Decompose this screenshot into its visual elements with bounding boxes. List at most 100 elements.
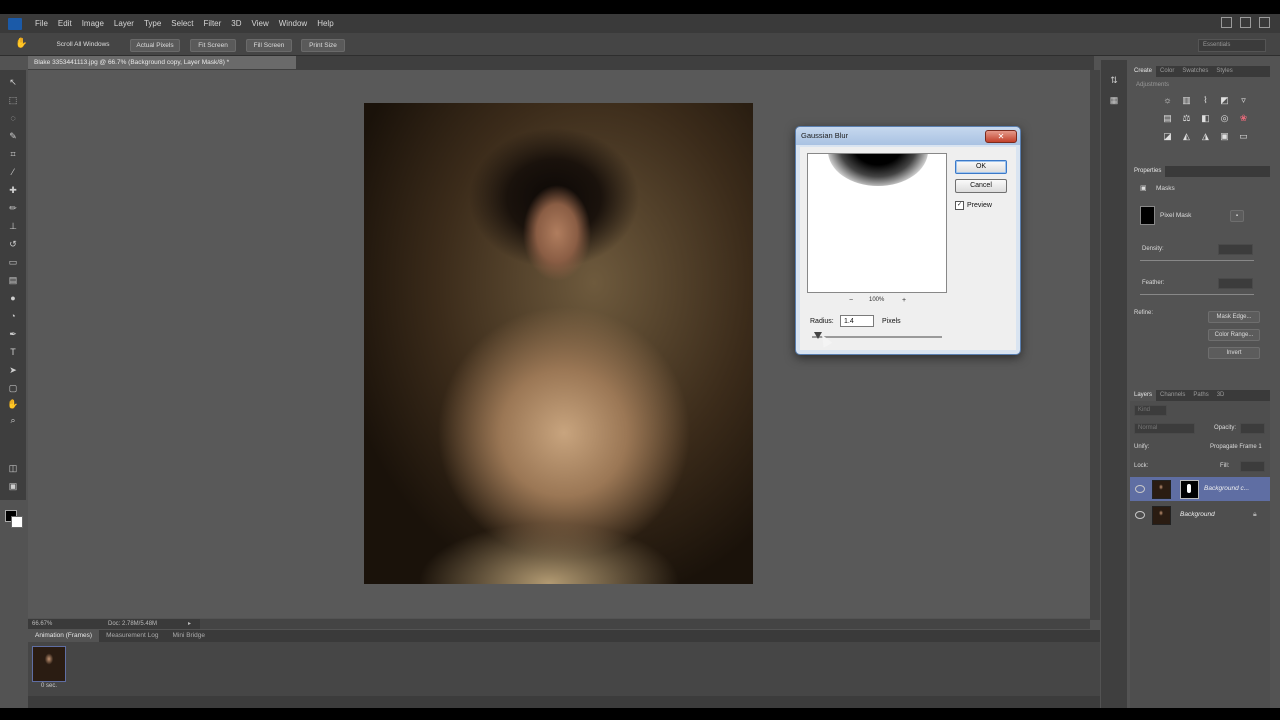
- tab-color[interactable]: Color: [1156, 66, 1178, 77]
- menu-3d[interactable]: 3D: [226, 19, 246, 28]
- menu-file[interactable]: File: [30, 19, 53, 28]
- exposure-icon[interactable]: ◩: [1215, 94, 1234, 107]
- hue-saturation-icon[interactable]: ▤: [1158, 112, 1177, 125]
- layer-row-background[interactable]: Background 🔒︎: [1130, 503, 1270, 527]
- close-dialog-button[interactable]: ✕: [985, 130, 1017, 143]
- zoom-out-button[interactable]: −: [849, 297, 853, 304]
- opacity-field[interactable]: [1240, 423, 1265, 434]
- quick-select-tool-icon[interactable]: ✎: [6, 130, 20, 142]
- curves-icon[interactable]: ⌇: [1196, 94, 1215, 107]
- radius-slider-track[interactable]: [812, 336, 942, 338]
- path-selection-tool-icon[interactable]: ➤: [6, 364, 20, 376]
- background-color-swatch[interactable]: [11, 516, 23, 528]
- feather-slider[interactable]: [1140, 294, 1254, 295]
- fill-screen-button[interactable]: Fill Screen: [246, 39, 292, 52]
- vibrance-icon[interactable]: ▿: [1234, 94, 1253, 107]
- history-panel-icon[interactable]: ⇅: [1108, 74, 1120, 86]
- ok-button[interactable]: OK: [955, 160, 1007, 174]
- menu-select[interactable]: Select: [166, 19, 198, 28]
- vertical-scrollbar[interactable]: [1090, 70, 1100, 620]
- tab-3d[interactable]: 3D: [1213, 390, 1229, 401]
- posterize-icon[interactable]: ◭: [1177, 130, 1196, 143]
- minimize-icon[interactable]: [1221, 17, 1232, 28]
- feather-field[interactable]: [1218, 278, 1253, 289]
- tab-styles[interactable]: Styles: [1212, 66, 1236, 77]
- clone-stamp-tool-icon[interactable]: ⊥: [6, 220, 20, 232]
- zoom-in-button[interactable]: +: [902, 297, 906, 304]
- lasso-tool-icon[interactable]: ◌: [6, 112, 20, 124]
- brightness-contrast-icon[interactable]: ☼: [1158, 94, 1177, 107]
- shape-tool-icon[interactable]: ▢: [6, 382, 20, 394]
- menu-image[interactable]: Image: [77, 19, 109, 28]
- preview-checkbox[interactable]: ✓ Preview: [955, 201, 992, 210]
- history-brush-tool-icon[interactable]: ↺: [6, 238, 20, 250]
- visibility-eye-icon[interactable]: [1135, 511, 1145, 519]
- cancel-button[interactable]: Cancel: [955, 179, 1007, 193]
- tab-channels[interactable]: Channels: [1156, 390, 1189, 401]
- blend-mode-select[interactable]: Normal: [1134, 423, 1195, 434]
- healing-brush-tool-icon[interactable]: ✚: [6, 184, 20, 196]
- invert-adjust-icon[interactable]: ◪: [1158, 130, 1177, 143]
- hand-tool-icon[interactable]: ✋: [15, 38, 27, 50]
- print-size-button[interactable]: Print Size: [301, 39, 345, 52]
- tab-paths[interactable]: Paths: [1189, 390, 1212, 401]
- brush-tool-icon[interactable]: ✏: [6, 202, 20, 214]
- density-field[interactable]: [1218, 244, 1253, 255]
- marquee-tool-icon[interactable]: ⬚: [6, 94, 20, 106]
- restore-icon[interactable]: [1240, 17, 1251, 28]
- menu-help[interactable]: Help: [312, 19, 338, 28]
- add-pixel-mask-button[interactable]: ▪: [1230, 210, 1244, 222]
- brush-panel-icon[interactable]: ▦: [1108, 94, 1120, 106]
- menu-view[interactable]: View: [247, 19, 274, 28]
- tab-create[interactable]: Create: [1130, 66, 1157, 77]
- invert-button[interactable]: Invert: [1208, 347, 1260, 359]
- close-window-icon[interactable]: [1259, 17, 1270, 28]
- layer-kind-filter[interactable]: Kind: [1134, 405, 1167, 416]
- animation-frame-1[interactable]: [32, 646, 66, 682]
- menu-edit[interactable]: Edit: [53, 19, 77, 28]
- workspace-switcher[interactable]: Essentials: [1198, 39, 1266, 52]
- threshold-icon[interactable]: ◮: [1196, 130, 1215, 143]
- gradient-tool-icon[interactable]: ▤: [6, 274, 20, 286]
- menu-filter[interactable]: Filter: [199, 19, 227, 28]
- tab-mini-bridge[interactable]: Mini Bridge: [165, 630, 212, 642]
- pen-tool-icon[interactable]: ✒: [6, 328, 20, 340]
- blur-tool-icon[interactable]: ●: [6, 292, 20, 304]
- actual-pixels-button[interactable]: Actual Pixels: [130, 39, 180, 52]
- eraser-tool-icon[interactable]: ▭: [6, 256, 20, 268]
- hand-tool-panel-icon[interactable]: ✋: [6, 398, 20, 410]
- radius-input[interactable]: 1.4: [840, 315, 874, 327]
- density-slider[interactable]: [1140, 260, 1254, 261]
- crop-tool-icon[interactable]: ⌗: [6, 148, 20, 160]
- dialog-titlebar[interactable]: Gaussian Blur ✕: [796, 127, 1020, 145]
- layer-mask-thumbnail[interactable]: [1180, 480, 1199, 499]
- zoom-tool-icon[interactable]: ⌕: [6, 414, 20, 426]
- type-tool-icon[interactable]: T: [6, 346, 20, 358]
- black-white-icon[interactable]: ◧: [1196, 112, 1215, 125]
- status-menu-arrow-icon[interactable]: ▸: [188, 619, 191, 629]
- horizontal-scrollbar[interactable]: [200, 619, 1090, 629]
- fit-screen-button[interactable]: Fit Screen: [190, 39, 236, 52]
- selective-color-icon[interactable]: ▣: [1215, 130, 1234, 143]
- layer-row-background-copy[interactable]: Background c...: [1130, 477, 1270, 501]
- levels-icon[interactable]: ▥: [1177, 94, 1196, 107]
- tab-measurement-log[interactable]: Measurement Log: [99, 630, 165, 642]
- gradient-map-icon[interactable]: ▭: [1234, 130, 1253, 143]
- eyedropper-tool-icon[interactable]: ⁄: [6, 166, 20, 178]
- scroll-all-windows-checkbox[interactable]: Scroll All Windows: [52, 39, 114, 50]
- photo-filter-icon[interactable]: ◎: [1215, 112, 1234, 125]
- move-tool-icon[interactable]: ↖: [6, 76, 20, 88]
- tab-animation-frames[interactable]: Animation (Frames): [28, 630, 100, 642]
- frame-delay[interactable]: 0 sec.: [32, 682, 66, 691]
- tab-swatches[interactable]: Swatches: [1178, 66, 1212, 77]
- mask-edge-button[interactable]: Mask Edge...: [1208, 311, 1260, 323]
- tab-layers[interactable]: Layers: [1130, 390, 1157, 401]
- document-tab[interactable]: Blake 3353441113.jpg @ 66.7% (Background…: [28, 56, 296, 69]
- menu-type[interactable]: Type: [139, 19, 166, 28]
- menu-layer[interactable]: Layer: [109, 19, 139, 28]
- propagate-frame-checkbox[interactable]: Propagate Frame 1: [1210, 444, 1262, 450]
- screen-mode-icon[interactable]: ▣: [6, 480, 20, 492]
- zoom-level[interactable]: 66.67%: [32, 619, 52, 629]
- quick-mask-icon[interactable]: ◫: [6, 462, 20, 474]
- channel-mixer-icon[interactable]: ❀: [1234, 112, 1253, 125]
